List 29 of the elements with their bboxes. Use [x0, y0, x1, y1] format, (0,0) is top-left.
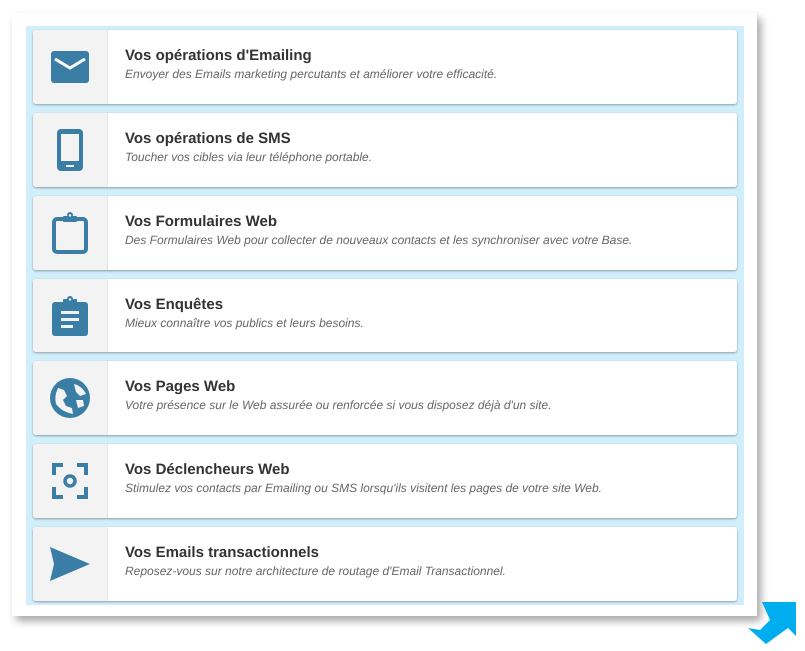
- service-card[interactable]: Vos Pages Web Votre présence sur le Web assurée ou renforcée si vous disposez déjà d'un site.: [33, 361, 737, 436]
- phone-icon: [57, 128, 83, 171]
- service-description: Stimulez vos contacts par Emailing ou SMS lorsqu'ils visitent les pages de votre site Web.: [125, 481, 602, 496]
- service-card[interactable]: Vos opérations de SMS Toucher vos cibles via leur téléphone portable.: [33, 112, 737, 187]
- globe-icon: [50, 378, 90, 418]
- service-description: Envoyer des Emails marketing percutants et améliorer votre efficacité.: [125, 66, 498, 81]
- service-card[interactable]: Vos Enquêtes Mieux connaître vos publics et leurs besoins.: [33, 278, 737, 352]
- clipboard-icon: [52, 212, 88, 254]
- clipboard-list-icon: [52, 296, 88, 336]
- service-description: Votre présence sur le Web assurée ou renforcée si vous disposez déjà d'un site.: [125, 398, 552, 412]
- service-title: Vos Formulaires Web: [125, 212, 278, 230]
- service-title: Vos opérations d'Emailing: [125, 46, 313, 64]
- expand-arrow-icon[interactable]: [748, 600, 798, 644]
- service-description: Toucher vos cibles via leur téléphone portable.: [125, 150, 372, 164]
- service-title: Vos Pages Web: [125, 378, 236, 396]
- service-description: Des Formulaires Web pour collecter de nouveaux contacts et les synchroniser avec votre Base.: [125, 232, 632, 247]
- service-description: Reposez-vous sur notre architecture de routage d'Email Transactionnel.: [125, 564, 506, 578]
- service-card[interactable]: Vos Emails transactionnels Reposez-vous sur notre architecture de routage d'Email Transactionnel.: [33, 527, 737, 602]
- service-title: Vos opérations de SMS: [125, 130, 292, 147]
- service-card[interactable]: Vos Déclencheurs Web Stimulez vos contacts par Emailing ou SMS lorsqu'ils visitent les pages de votre site Web.: [33, 444, 737, 518]
- service-title: Vos Emails transactionnels: [125, 544, 320, 562]
- service-card[interactable]: Vos Formulaires Web Des Formulaires Web pour collecter de nouveaux contacts et les synchroniser avec votre Base.: [33, 196, 737, 270]
- service-card[interactable]: Vos opérations d'Emailing Envoyer des Emails marketing percutants et améliorer votre efficacité.: [33, 30, 737, 104]
- paper-plane-icon: [50, 547, 90, 582]
- focus-target-icon: [52, 463, 88, 500]
- service-title: Vos Enquêtes: [125, 296, 224, 312]
- service-title: Vos Déclencheurs Web: [125, 461, 291, 478]
- envelope-icon: [51, 50, 89, 83]
- service-description: Mieux connaître vos publics et leurs besoins.: [125, 316, 364, 330]
